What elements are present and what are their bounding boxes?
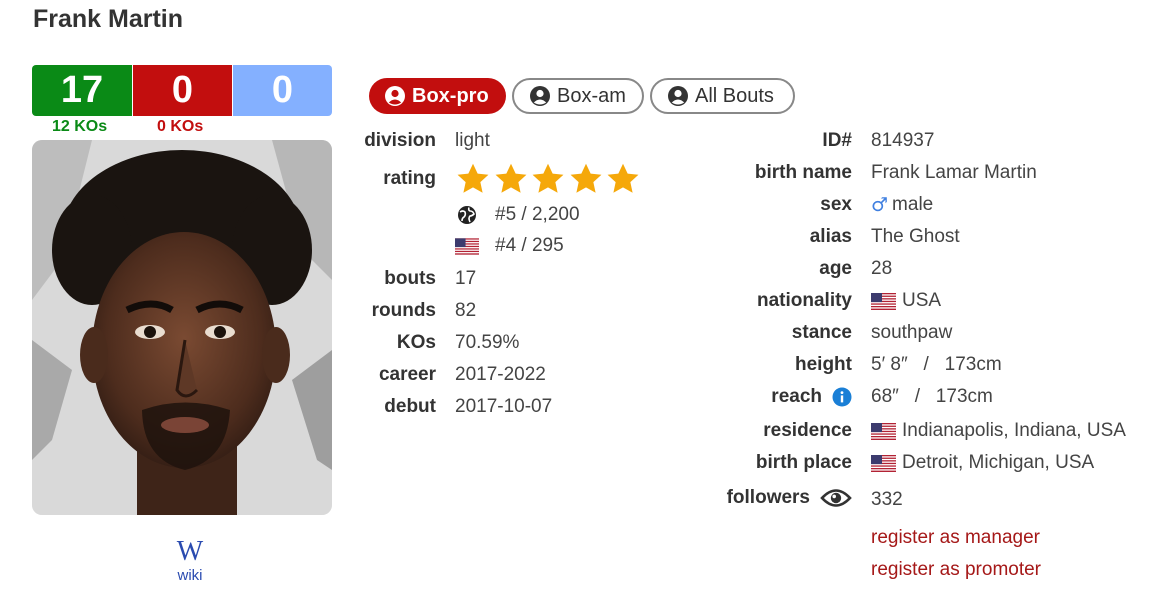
- wiki-link[interactable]: W wiki: [162, 536, 218, 585]
- register-manager-link[interactable]: register as manager: [871, 527, 1040, 549]
- birthplace-label: birth place: [755, 452, 852, 473]
- star-icon: [570, 163, 601, 193]
- boxer-photo: [32, 140, 332, 515]
- world-rank-row: #5 / 2,200: [455, 204, 580, 226]
- bouts-label: bouts: [384, 268, 436, 289]
- bouts-value: 17: [455, 268, 477, 289]
- nationality-row: USA: [871, 290, 941, 312]
- world-rank-value: #5 / 2,200: [495, 204, 580, 225]
- reach-label: reach: [771, 386, 822, 407]
- usa-flag-icon: [871, 454, 896, 472]
- birthplace-row: Detroit, Michigan, USA: [871, 452, 1094, 474]
- residence-row: Indianapolis, Indiana, USA: [871, 420, 1126, 442]
- division-label: division: [364, 130, 436, 151]
- draws-count: 0: [233, 65, 332, 116]
- user-circle-icon: [667, 85, 689, 107]
- wins-kos: 12 KOs: [52, 118, 108, 135]
- nationality-value: USA: [902, 290, 942, 311]
- birthplace-value: Detroit, Michigan, USA: [902, 452, 1095, 473]
- losses-count: 0: [133, 65, 232, 116]
- star-icon: [495, 163, 526, 193]
- career-label: career: [378, 364, 436, 385]
- age-value: 28: [871, 258, 893, 279]
- sex-value: male: [892, 194, 934, 215]
- tab-box-am-label: Box-am: [557, 84, 626, 107]
- kos-label: KOs: [396, 332, 436, 353]
- star-icon: [607, 163, 639, 193]
- rounds-value: 82: [455, 300, 477, 321]
- rounds-label: rounds: [371, 300, 436, 321]
- tab-box-am[interactable]: Box-am: [512, 78, 644, 114]
- birthname-label: birth name: [754, 162, 852, 183]
- division-value: light: [455, 130, 490, 151]
- followers-value: 332: [871, 489, 903, 510]
- male-symbol-icon: ♂: [871, 194, 889, 216]
- height-label: height: [795, 354, 852, 375]
- globe-icon: [455, 205, 479, 225]
- followers-label-row: followers: [727, 487, 852, 509]
- debut-label: debut: [384, 396, 436, 417]
- age-label: age: [819, 258, 852, 279]
- stance-value: southpaw: [871, 322, 953, 343]
- alias-label: alias: [809, 226, 852, 247]
- bout-type-tabs: Box-pro Box-am All Bouts: [369, 78, 801, 114]
- tab-box-pro[interactable]: Box-pro: [369, 78, 506, 114]
- user-circle-icon: [529, 85, 551, 107]
- birthname-value: Frank Lamar Martin: [871, 162, 1037, 183]
- wiki-label: wiki: [177, 567, 203, 584]
- register-promoter-link[interactable]: register as promoter: [871, 559, 1041, 581]
- reach-label-row: reach: [771, 386, 852, 408]
- career-value: 2017-2022: [455, 364, 546, 385]
- rating-stars: [455, 161, 643, 197]
- country-rank-row: #4 / 295: [455, 235, 564, 257]
- sex-row: ♂ male: [871, 194, 933, 216]
- tab-all-bouts-label: All Bouts: [695, 84, 774, 107]
- usa-flag-icon: [871, 292, 896, 310]
- kos-value: 70.59%: [455, 332, 520, 353]
- reach-value: 68″ / 173cm: [871, 386, 993, 407]
- country-rank-value: #4 / 295: [495, 235, 564, 256]
- tab-box-pro-label: Box-pro: [412, 84, 489, 107]
- wikipedia-icon: W: [176, 536, 204, 567]
- nationality-label: nationality: [756, 290, 852, 311]
- debut-value: 2017-10-07: [455, 396, 553, 417]
- losses-kos: 0 KOs: [157, 118, 204, 135]
- tab-all-bouts[interactable]: All Bouts: [650, 78, 795, 114]
- page-title: Frank Martin: [33, 5, 184, 33]
- usa-flag-icon: [455, 236, 479, 256]
- wins-count: 17: [32, 65, 132, 116]
- star-icon: [457, 163, 489, 193]
- followers-label: followers: [726, 487, 810, 508]
- sex-label: sex: [820, 194, 852, 215]
- residence-value: Indianapolis, Indiana, USA: [902, 420, 1126, 441]
- record-summary: 17 0 0: [32, 65, 332, 116]
- id-value: 814937: [871, 130, 935, 151]
- residence-label: residence: [763, 420, 852, 441]
- id-label: ID#: [822, 130, 852, 151]
- eye-icon[interactable]: [820, 487, 852, 509]
- user-circle-icon: [384, 85, 406, 107]
- stance-label: stance: [791, 322, 852, 343]
- height-value: 5′ 8″ / 173cm: [871, 354, 1002, 375]
- info-icon[interactable]: [832, 387, 852, 407]
- rating-label: rating: [383, 168, 436, 189]
- usa-flag-icon: [871, 422, 896, 440]
- star-icon: [532, 163, 564, 193]
- alias-value: The Ghost: [871, 226, 960, 247]
